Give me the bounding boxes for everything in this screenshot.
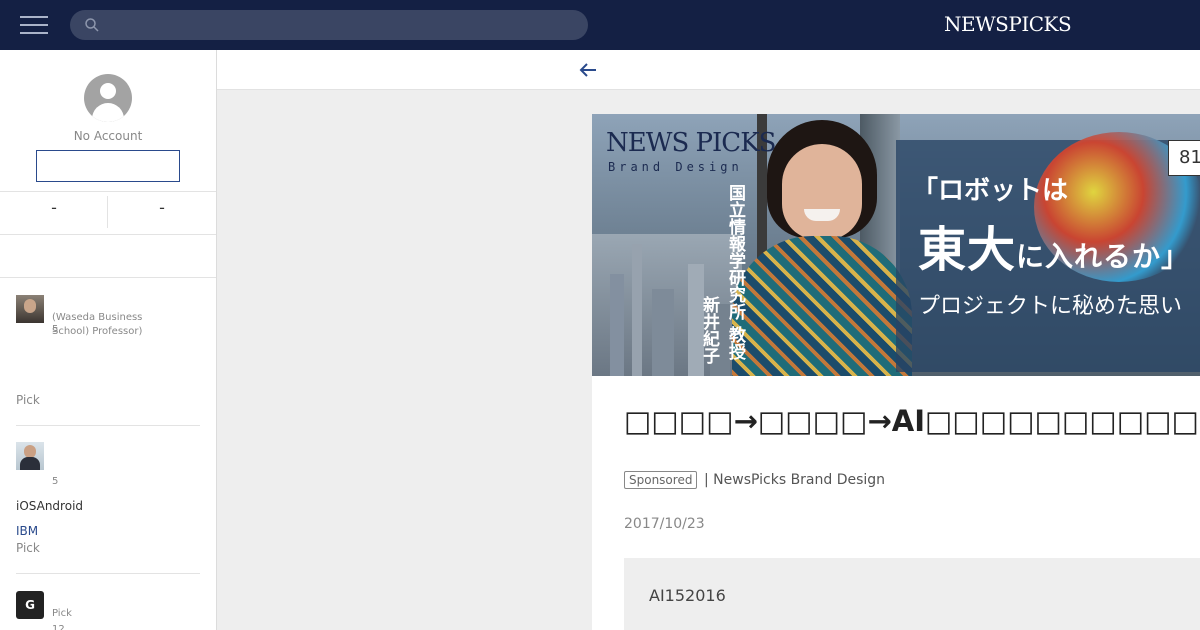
hero-vertical-title: 国立情報学研究所 教授 bbox=[725, 184, 745, 360]
pick-item[interactable]: 5 iOSAndroid IBM Pick bbox=[16, 442, 200, 572]
article-byline[interactable]: | NewsPicks Brand Design bbox=[704, 472, 885, 488]
pick-source[interactable]: IBM bbox=[16, 524, 38, 538]
hero-headline-line2: 東大に入れるか」 bbox=[918, 210, 1190, 280]
pick-title[interactable]: iOSAndroid bbox=[16, 499, 83, 513]
pick-affiliation: (Waseda Business School) Professor) bbox=[52, 312, 143, 337]
pick-label: Pick bbox=[16, 541, 40, 555]
pick-count: 5 bbox=[52, 324, 59, 335]
user-avatar[interactable]: G bbox=[16, 591, 44, 619]
hero-headline-small: に入れるか」 bbox=[1016, 240, 1191, 273]
pick-label: Pick bbox=[52, 608, 72, 619]
summary-text: AI152016 bbox=[649, 586, 726, 605]
menu-icon[interactable] bbox=[20, 14, 48, 36]
article-date: 2017/10/23 bbox=[624, 516, 705, 532]
hero-headline-big: 東大 bbox=[918, 222, 1017, 278]
feed-divider bbox=[0, 277, 216, 278]
article-title[interactable]: □□□□→□□□□→AI□□□□□□□□□□□□□□□□“□□□” bbox=[624, 404, 1200, 438]
stat-following[interactable]: - bbox=[0, 192, 108, 235]
avatar-icon[interactable] bbox=[84, 74, 132, 122]
pick-count-badge[interactable]: 81 bbox=[1168, 140, 1200, 176]
hero-vertical-name: 新井紀子 bbox=[699, 296, 719, 364]
hero-headline-line1: 「ロボットは bbox=[912, 176, 1069, 206]
search-icon bbox=[85, 18, 99, 32]
back-arrow-icon[interactable] bbox=[578, 61, 598, 79]
pick-separator bbox=[16, 573, 200, 574]
pick-item[interactable]: G Pick 12 bbox=[16, 591, 200, 630]
sponsored-badge: Sponsored bbox=[624, 471, 698, 489]
site-logo[interactable]: NEWSPICKS bbox=[944, 12, 1072, 36]
hero-image[interactable]: NEWS PICKS Brand Design 国立情報学研究所 教授 新井紀子… bbox=[592, 114, 1200, 376]
back-bar bbox=[217, 50, 1200, 90]
pick-count: 12 bbox=[52, 624, 65, 630]
user-avatar[interactable] bbox=[16, 295, 44, 323]
pick-count: 5 bbox=[52, 476, 59, 487]
hero-logo: NEWS PICKS bbox=[606, 128, 776, 158]
avatar-letter: G bbox=[25, 598, 35, 612]
hero-headline-line3: プロジェクトに秘めた思い bbox=[918, 294, 1183, 319]
account-name: No Account bbox=[73, 129, 143, 143]
article-card: NEWS PICKS Brand Design 国立情報学研究所 教授 新井紀子… bbox=[592, 114, 1200, 630]
pick-separator bbox=[16, 425, 200, 426]
pick-item[interactable]: (Waseda Business School) Professor) 5 Pi… bbox=[16, 295, 200, 425]
search-bar[interactable] bbox=[70, 10, 588, 40]
sidebar: No Account - - (Waseda Business School) … bbox=[0, 50, 217, 630]
account-stats: - - bbox=[0, 191, 216, 235]
user-avatar[interactable] bbox=[16, 442, 44, 470]
search-input[interactable] bbox=[108, 10, 578, 40]
pick-label: Pick bbox=[16, 393, 40, 407]
hero-logo-subtitle: Brand Design bbox=[608, 160, 743, 174]
top-bar: NEWSPICKS bbox=[0, 0, 1200, 50]
stat-followers[interactable]: - bbox=[108, 192, 216, 235]
article-summary: AI152016 bbox=[624, 558, 1200, 630]
account-button[interactable] bbox=[36, 150, 180, 182]
